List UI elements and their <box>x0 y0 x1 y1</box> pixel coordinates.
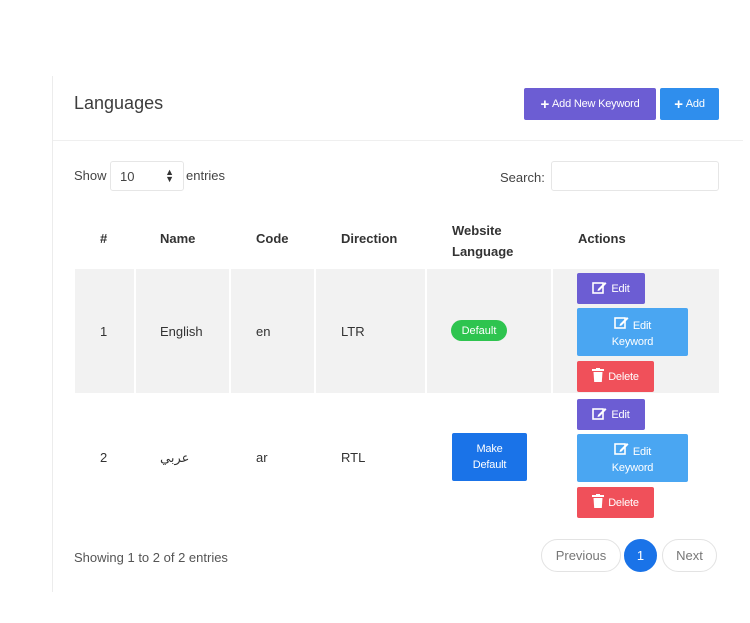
edit-icon <box>592 406 607 423</box>
edit-keyword-button[interactable]: Edit Keyword <box>577 308 688 356</box>
delete-label: Delete <box>608 370 639 383</box>
language-code: en <box>256 324 271 339</box>
language-direction: LTR <box>341 324 365 339</box>
add-button[interactable]: + Add <box>660 88 719 120</box>
edit-keyword-button[interactable]: Edit Keyword <box>577 434 688 482</box>
edit-icon <box>614 441 629 460</box>
edit-keyword-label-line2: Keyword <box>611 335 654 348</box>
trash-icon <box>592 368 605 385</box>
default-badge: Default <box>451 320 507 341</box>
edit-button[interactable]: Edit <box>577 273 645 304</box>
column-header-direction[interactable]: Direction <box>341 231 397 246</box>
pagination-next[interactable]: Next <box>662 539 717 572</box>
edit-icon <box>614 315 629 334</box>
cell-divider <box>425 269 427 393</box>
language-code: ar <box>256 450 268 465</box>
plus-icon: + <box>540 95 550 113</box>
row-number: 2 <box>100 450 108 465</box>
pagination-previous[interactable]: Previous <box>541 539 621 572</box>
edit-icon <box>592 280 607 297</box>
pagination-page-1[interactable]: 1 <box>624 539 657 572</box>
add-new-keyword-button[interactable]: + Add New Keyword <box>524 88 656 120</box>
edit-keyword-label: Edit <box>632 445 652 458</box>
page-title: Languages <box>74 93 164 113</box>
edit-keyword-line: Edit <box>614 315 651 334</box>
header-line: Website <box>452 223 502 238</box>
edit-label: Edit <box>611 408 630 421</box>
cell-divider <box>314 269 316 393</box>
add-label: Add <box>685 98 705 110</box>
delete-label: Delete <box>608 496 639 509</box>
search-input[interactable] <box>551 161 719 191</box>
column-header-code[interactable]: Code <box>256 231 289 246</box>
edit-button[interactable]: Edit <box>577 399 645 430</box>
card-header: Languages + Add New Keyword + Add <box>53 76 743 141</box>
make-default-label-line2: Default <box>472 459 507 471</box>
entries-label: entries <box>186 168 226 183</box>
sort-arrows-icon: ▲ ▼ <box>165 167 174 184</box>
column-header-name[interactable]: Name <box>160 231 195 246</box>
entries-value: 10 <box>120 168 135 184</box>
plus-icon: + <box>674 95 683 113</box>
trash-icon <box>592 494 605 511</box>
header-line: Language <box>452 244 514 259</box>
show-label: Show <box>74 168 107 183</box>
cell-divider <box>551 269 553 393</box>
make-default-button[interactable]: Make Default <box>452 433 527 481</box>
edit-keyword-label-line2: Keyword <box>611 461 654 474</box>
add-new-keyword-label: Add New Keyword <box>552 98 640 110</box>
cell-divider <box>134 269 136 393</box>
make-default-label: Make <box>476 443 503 455</box>
cell-divider <box>229 269 231 393</box>
delete-button[interactable]: Delete <box>577 487 654 518</box>
language-direction: RTL <box>341 450 366 465</box>
search-label: Search: <box>500 170 545 185</box>
edit-label: Edit <box>611 282 630 295</box>
delete-button[interactable]: Delete <box>577 361 654 392</box>
language-name: English <box>160 324 203 339</box>
column-header-actions: Actions <box>578 231 626 246</box>
entries-per-page-select[interactable]: 10 ▲ ▼ <box>110 161 184 191</box>
language-name: عربي <box>160 450 190 465</box>
languages-card: Languages + Add New Keyword + Add Show 1… <box>52 76 743 592</box>
row-number: 1 <box>100 324 108 339</box>
edit-keyword-line: Edit <box>614 441 651 460</box>
column-header-number[interactable]: # <box>100 231 107 246</box>
table-info: Showing 1 to 2 of 2 entries <box>74 550 228 565</box>
edit-keyword-label: Edit <box>632 319 652 332</box>
column-header-website-language[interactable]: Website Language <box>452 220 513 262</box>
